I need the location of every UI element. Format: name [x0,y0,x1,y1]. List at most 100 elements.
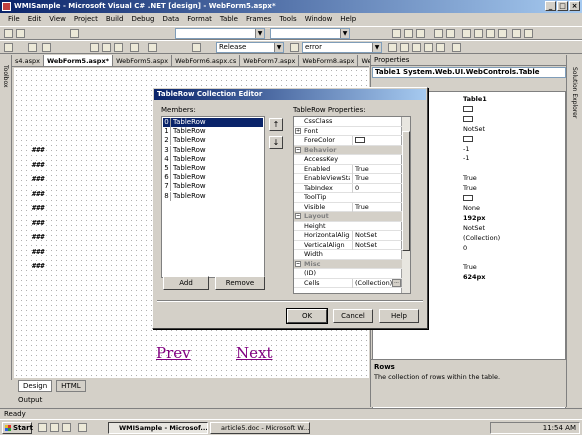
property-value[interactable]: 0 [352,183,402,193]
member-item[interactable]: 4 TableRow [163,154,263,164]
html-tab[interactable]: HTML [56,380,86,392]
justify-icon[interactable] [498,29,507,38]
options-icon[interactable] [452,43,461,52]
property-value[interactable]: True [352,202,402,212]
taskbar-item-word[interactable]: article5.doc - Microsoft W... [210,422,310,434]
align-center-icon[interactable] [474,29,483,38]
property-row[interactable]: HorizontalAlign NotSet [294,231,402,241]
property-value[interactable]: True [463,184,477,192]
add-button[interactable]: Add [163,276,209,290]
property-category[interactable]: − Layout [294,212,402,222]
help-button[interactable]: Help [379,309,419,323]
menu-debug[interactable]: Debug [127,13,158,25]
property-value[interactable] [463,135,473,143]
doc-tab[interactable]: WebForm5.aspx* [43,55,114,66]
open-file-icon[interactable] [16,29,25,38]
properties-object-select[interactable]: Table1 System.Web.UI.WebControls.Table [372,67,566,78]
properties-scrollbar[interactable] [401,117,410,293]
property-row[interactable]: AccessKey [294,155,402,165]
property-value[interactable] [463,194,473,202]
toolbox-label[interactable]: Toolbox [2,65,9,88]
italic-icon[interactable] [404,29,413,38]
add-item-icon[interactable] [28,43,37,52]
property-value[interactable]: -1 [463,145,469,153]
property-value[interactable]: -1 [463,154,469,162]
find-icon[interactable] [388,43,397,52]
property-value[interactable]: 0 [463,244,467,252]
cut-icon[interactable] [90,43,99,52]
taskbar-item-vs[interactable]: WMISample - Microsof... [108,422,208,434]
fore-color-icon[interactable] [434,29,443,38]
property-row[interactable]: VerticalAlign NotSet [294,240,402,250]
property-row[interactable]: Width [294,250,402,260]
property-row[interactable]: ForeColor [294,136,402,146]
table-cell-text[interactable]: ### [32,204,45,212]
table-cell-text[interactable]: ### [32,219,45,227]
menu-tools[interactable]: Tools [275,13,300,25]
cancel-button[interactable]: Cancel [333,309,373,323]
property-value[interactable]: 624px [463,273,485,281]
align-left-icon[interactable] [462,29,471,38]
menu-window[interactable]: Window [301,13,337,25]
table-cell-text[interactable]: ### [32,175,45,183]
property-value[interactable]: Table1 [463,95,487,103]
property-row[interactable]: Enabled True [294,164,402,174]
property-value[interactable] [463,115,473,123]
member-item[interactable]: 8 TableRow [163,191,263,201]
toolbar-combo-2[interactable]: ▼ [270,28,350,39]
find-combo[interactable]: error ▼ [302,42,382,53]
minimize-button[interactable]: _ [545,1,556,11]
properties-icon[interactable] [412,43,421,52]
quicklaunch-desktop-icon[interactable] [62,423,71,432]
back-color-icon[interactable] [446,29,455,38]
design-tab[interactable]: Design [18,380,53,392]
output-tab[interactable]: Output [14,395,369,406]
menu-project[interactable]: Project [70,13,102,25]
save-all-icon[interactable] [42,43,51,52]
table-cell-text[interactable]: ### [32,248,45,256]
quicklaunch-ie-icon[interactable] [38,423,47,432]
toolbar-combo-1[interactable]: ▼ [175,28,265,39]
menu-table[interactable]: Table [216,13,242,25]
member-item[interactable]: 5 TableRow [163,164,263,173]
menu-edit[interactable]: Edit [24,13,46,25]
property-row[interactable]: (ID) [294,269,402,279]
doc-tab[interactable]: WebForm8.aspx [299,55,359,66]
menu-help[interactable]: Help [336,13,360,25]
menu-format[interactable]: Format [183,13,216,25]
undo-icon[interactable] [130,43,139,52]
property-row[interactable]: Cells (Collection)... [294,278,402,288]
align-right-icon[interactable] [486,29,495,38]
property-value[interactable] [352,136,402,145]
solution-config-select[interactable]: Release ▼ [216,42,284,53]
property-value[interactable]: True [352,174,402,183]
menu-view[interactable]: View [45,13,70,25]
member-item[interactable]: 7 TableRow [163,182,263,192]
property-value[interactable]: None [463,204,480,212]
class-view-icon[interactable] [436,43,445,52]
member-item[interactable]: 3 TableRow [163,145,263,155]
bullet-list-icon[interactable] [524,29,533,38]
doc-tab[interactable]: WebForm6.aspx.cs [172,55,241,66]
property-value[interactable]: True [352,164,402,174]
property-row[interactable]: EnableViewStateTrue [294,174,402,184]
table-cell-text[interactable]: ### [32,233,45,241]
menu-build[interactable]: Build [102,13,128,25]
move-down-button[interactable]: ↓ [269,136,283,149]
close-button[interactable]: × [569,1,580,11]
start-button[interactable]: Start [2,422,33,434]
quicklaunch-media-icon[interactable] [78,423,87,432]
ellipsis-button[interactable]: ... [392,278,401,287]
new-file-icon[interactable] [4,43,13,52]
menu-frames[interactable]: Frames [242,13,275,25]
quicklaunch-outlook-icon[interactable] [50,423,59,432]
doc-tab[interactable]: WebForm7.aspx [240,55,300,66]
table-cell-text[interactable]: ### [32,190,45,198]
copy-icon[interactable] [102,43,111,52]
property-row[interactable]: Visible True [294,202,402,212]
paste-icon[interactable] [114,43,123,52]
property-value[interactable]: True [463,263,477,271]
property-value[interactable]: NotSet [463,125,485,133]
table-cell-text[interactable]: ### [32,146,45,154]
menu-file[interactable]: File [4,13,24,25]
